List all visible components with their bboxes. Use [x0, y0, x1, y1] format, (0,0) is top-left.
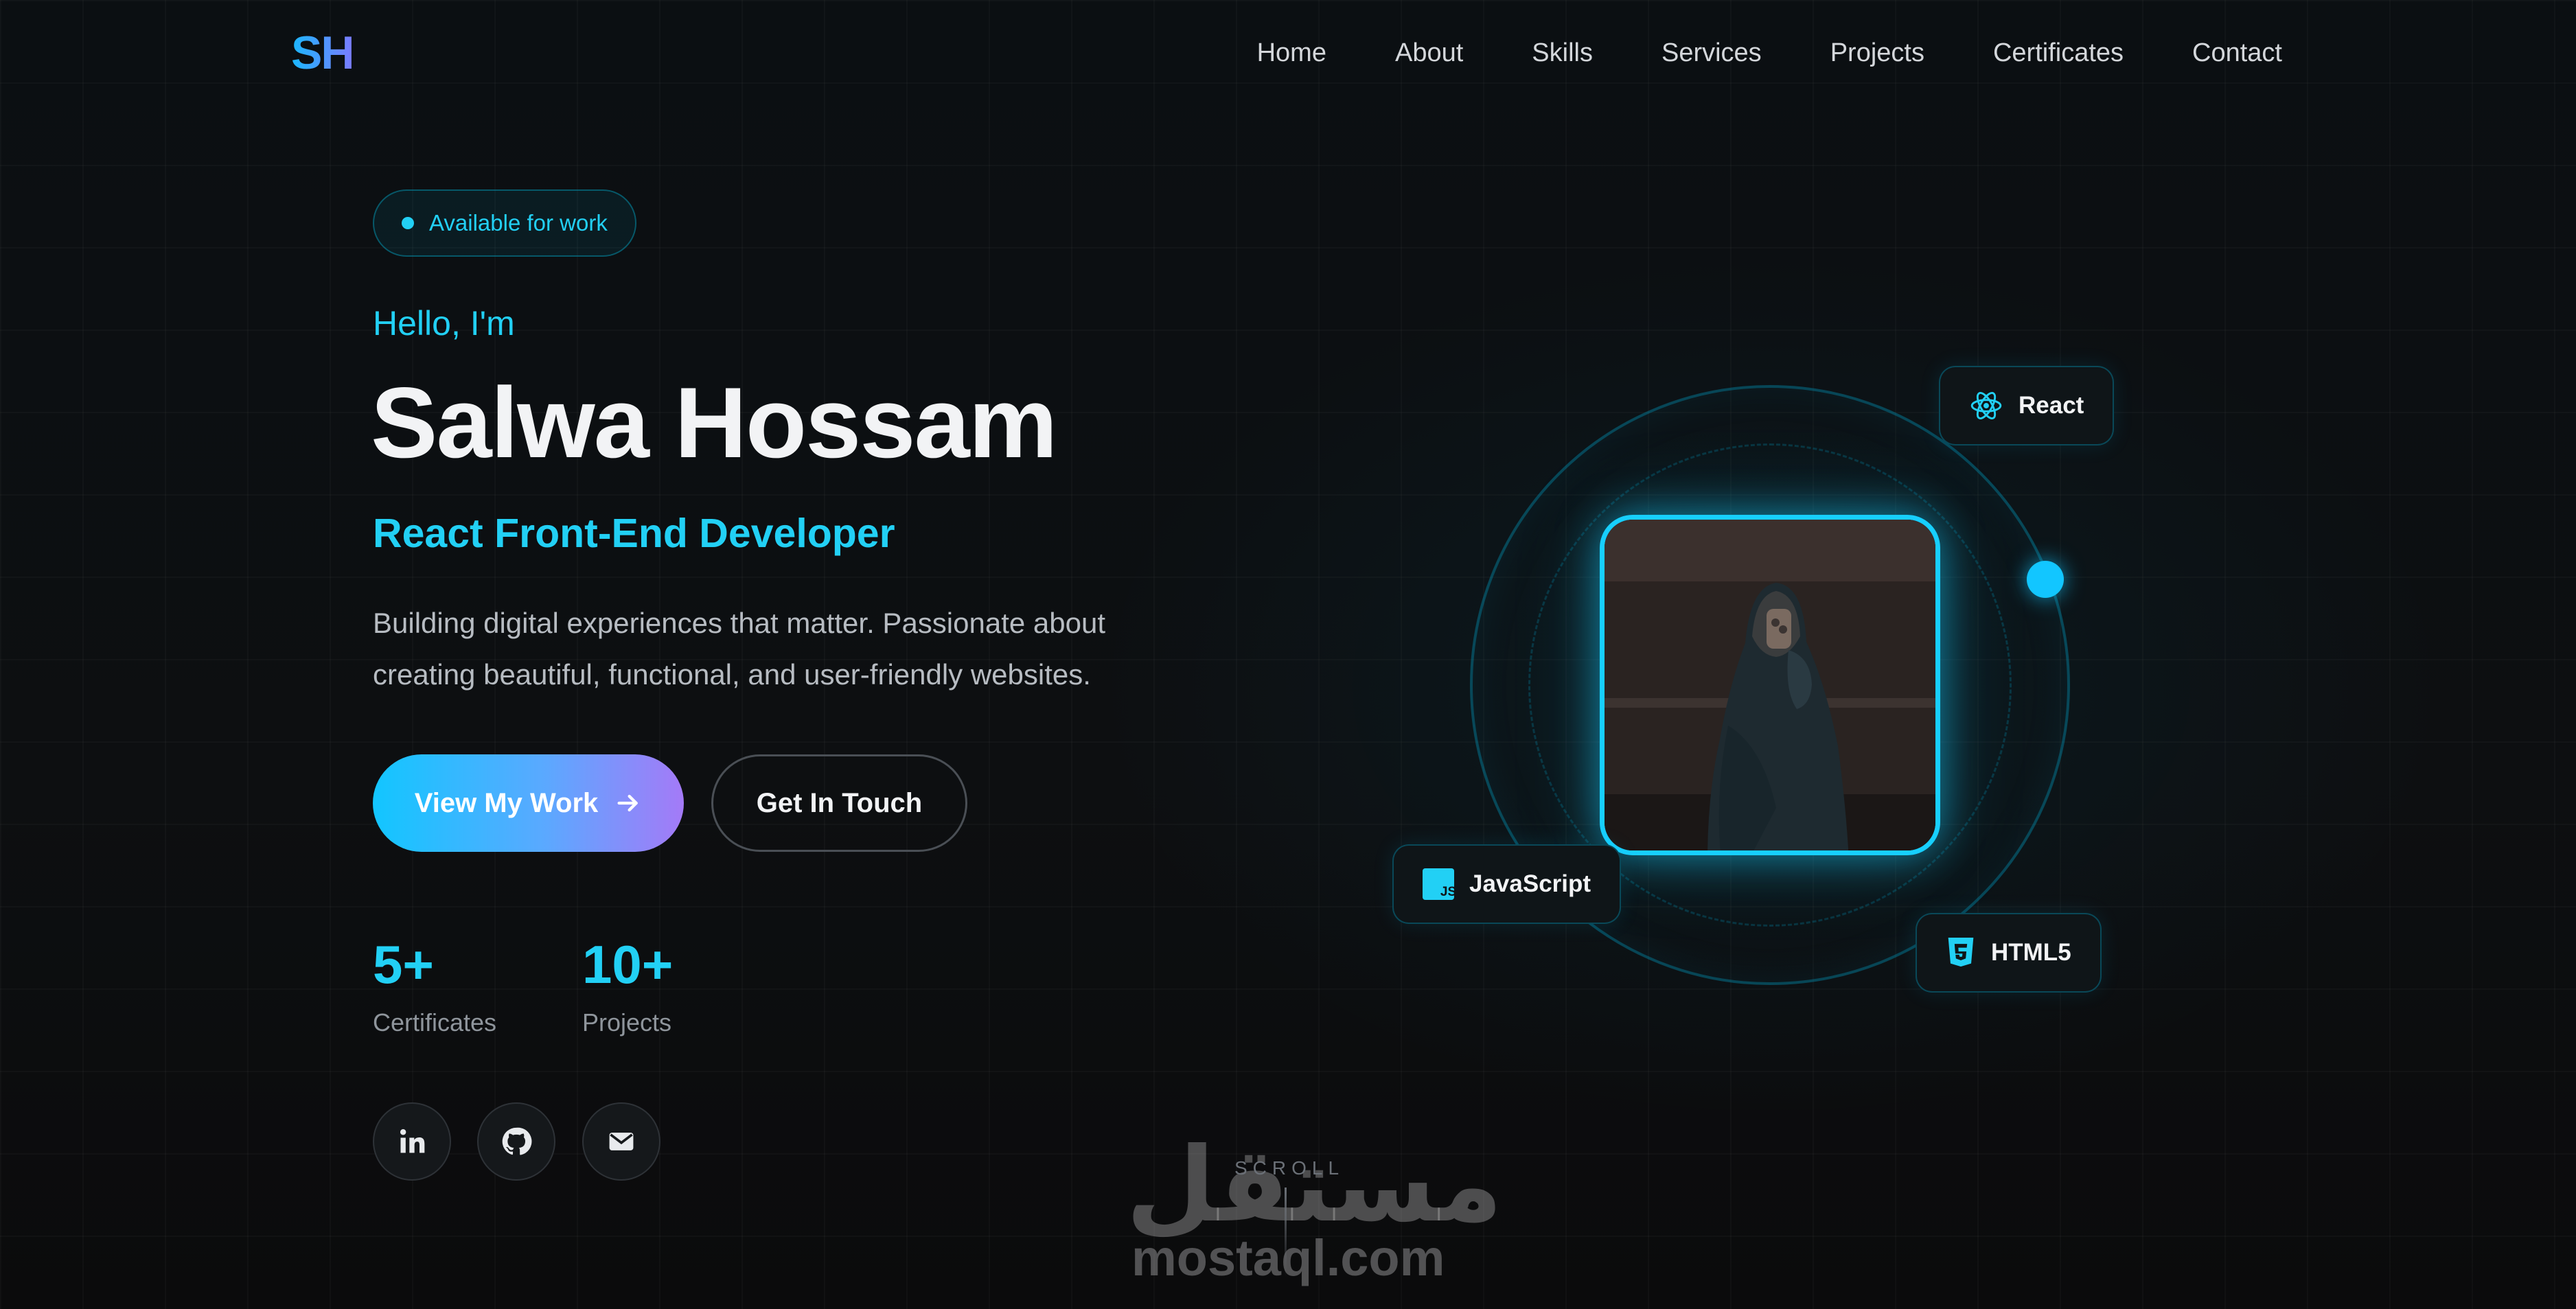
mail-icon — [609, 1133, 634, 1150]
scroll-label: SCROLL — [1234, 1157, 1345, 1179]
github-button[interactable] — [477, 1102, 555, 1181]
arrow-right-icon — [617, 794, 639, 812]
get-in-touch-label: Get In Touch — [756, 787, 923, 818]
stat-certificates: 5+ Certificates — [373, 934, 496, 1037]
orbit-dot — [2027, 561, 2064, 598]
stat-projects: 10+ Projects — [582, 934, 673, 1037]
get-in-touch-button[interactable]: Get In Touch — [711, 754, 967, 852]
hero-description: Building digital experiences that matter… — [373, 597, 1197, 700]
watermark-arabic: مستقل — [1126, 1126, 1503, 1245]
view-my-work-button[interactable]: View My Work — [373, 754, 684, 852]
hero-name: Salwa Hossam — [371, 367, 1057, 478]
hero-description-line: creating beautiful, functional, and user… — [373, 658, 1091, 691]
nav-item-about[interactable]: About — [1395, 38, 1463, 68]
tech-tag-label: React — [2019, 392, 2084, 419]
nav-item-certificates[interactable]: Certificates — [1993, 38, 2124, 68]
stat-label: Projects — [582, 1008, 672, 1036]
nav-item-services[interactable]: Services — [1661, 38, 1762, 68]
html5-icon — [1948, 938, 1974, 967]
main-nav: Home About Skills Services Projects Cert… — [1257, 38, 2282, 68]
view-my-work-label: View My Work — [414, 787, 599, 818]
stat-label: Certificates — [373, 1008, 497, 1036]
tech-tag-label: HTML5 — [1991, 939, 2071, 966]
profile-photo-figure — [1605, 520, 1935, 850]
availability-badge: Available for work — [373, 189, 636, 257]
react-icon — [1970, 392, 2002, 419]
email-button[interactable] — [582, 1102, 660, 1181]
linkedin-icon — [400, 1129, 425, 1153]
nav-item-contact[interactable]: Contact — [2192, 38, 2282, 68]
availability-text: Available for work — [429, 210, 608, 235]
profile-photo — [1600, 515, 1940, 855]
stat-value: 5+ — [373, 934, 434, 995]
logo[interactable]: SH — [291, 26, 354, 80]
linkedin-button[interactable] — [373, 1102, 451, 1181]
greeting: Hello, I'm — [373, 304, 515, 343]
javascript-icon: JS — [1423, 868, 1454, 900]
hero-role: React Front-End Developer — [373, 511, 895, 556]
github-icon — [502, 1127, 532, 1155]
hero-description-line: Building digital experiences that matter… — [373, 607, 1106, 639]
status-dot-icon — [402, 217, 414, 229]
tech-tag-react: React — [1939, 366, 2115, 445]
tech-tag-html5: HTML5 — [1916, 913, 2102, 993]
stat-value: 10+ — [582, 934, 674, 995]
watermark-latin: mostaql.com — [1131, 1229, 1445, 1286]
nav-item-home[interactable]: Home — [1257, 38, 1326, 68]
tech-tag-javascript: JS JavaScript — [1392, 844, 1622, 924]
scroll-indicator-line — [1285, 1188, 1287, 1277]
page: SH Home About Skills Services Projects C… — [0, 0, 2576, 1309]
nav-item-projects[interactable]: Projects — [1830, 38, 1924, 68]
svg-text:JS: JS — [1440, 885, 1454, 899]
tech-tag-label: JavaScript — [1469, 870, 1591, 897]
nav-item-skills[interactable]: Skills — [1532, 38, 1593, 68]
